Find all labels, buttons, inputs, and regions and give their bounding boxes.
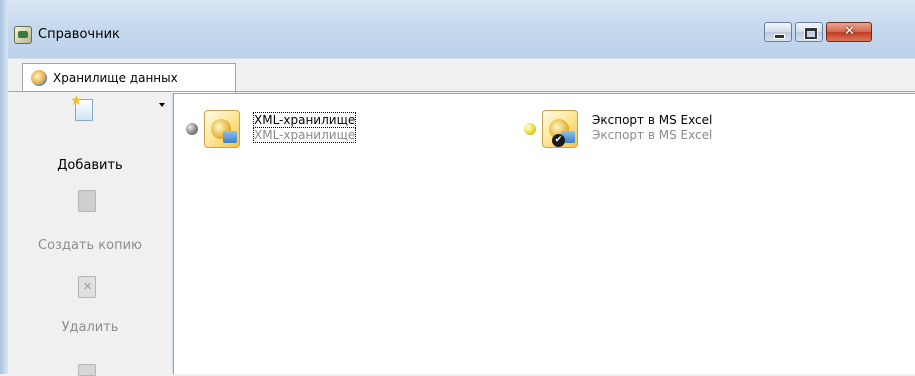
delete-document-icon: ✕	[78, 276, 96, 298]
title-bar[interactable]: Справочник ✕	[0, 0, 915, 58]
copy-document-icon	[78, 190, 96, 212]
close-button[interactable]: ✕	[826, 22, 872, 42]
star-icon: ★	[70, 93, 83, 109]
database-icon	[31, 70, 47, 86]
status-indicator-icon	[186, 123, 198, 135]
tab-data-storage[interactable]: Хранилище данных	[22, 63, 236, 93]
add-button-label: Добавить	[57, 158, 123, 173]
app-window: Справочник ✕ Хранилище данных ★ Добавить…	[0, 0, 915, 376]
toolbar: ★ Добавить Создать копию ✕ Удалить	[8, 92, 172, 376]
storage-list[interactable]: XML-хранилище XML-хранилище ✔ Экспорт в …	[173, 93, 915, 374]
maximize-icon	[805, 28, 817, 39]
copy-button-label: Создать копию	[38, 238, 142, 253]
list-item-excel-export[interactable]: ✔ Экспорт в MS Excel Экспорт в MS Excel	[524, 108, 824, 154]
default-check-icon: ✔	[552, 134, 565, 147]
storage-folder-icon	[204, 110, 240, 148]
maximize-button[interactable]	[795, 22, 823, 42]
item-title: XML-хранилище	[252, 112, 357, 128]
close-icon: ✕	[844, 24, 855, 39]
window-title: Справочник	[38, 27, 120, 42]
x-mark-icon: ✕	[83, 280, 93, 293]
new-document-icon: ★	[70, 94, 93, 121]
delete-button-label: Удалить	[61, 320, 119, 335]
list-item-xml-storage[interactable]: XML-хранилище XML-хранилище	[186, 108, 426, 154]
status-indicator-icon	[524, 123, 536, 135]
tab-label: Хранилище данных	[53, 71, 178, 85]
window-border	[0, 0, 8, 374]
app-icon	[14, 26, 32, 44]
minimize-button[interactable]	[764, 22, 792, 42]
chevron-down-icon[interactable]	[159, 103, 165, 107]
item-subtitle: XML-хранилище	[252, 127, 357, 143]
document-icon	[78, 364, 96, 376]
item-subtitle: Экспорт в MS Excel	[592, 128, 713, 142]
item-title: Экспорт в MS Excel	[592, 113, 713, 127]
tab-strip: Хранилище данных	[8, 58, 915, 93]
minimize-icon	[774, 34, 785, 39]
